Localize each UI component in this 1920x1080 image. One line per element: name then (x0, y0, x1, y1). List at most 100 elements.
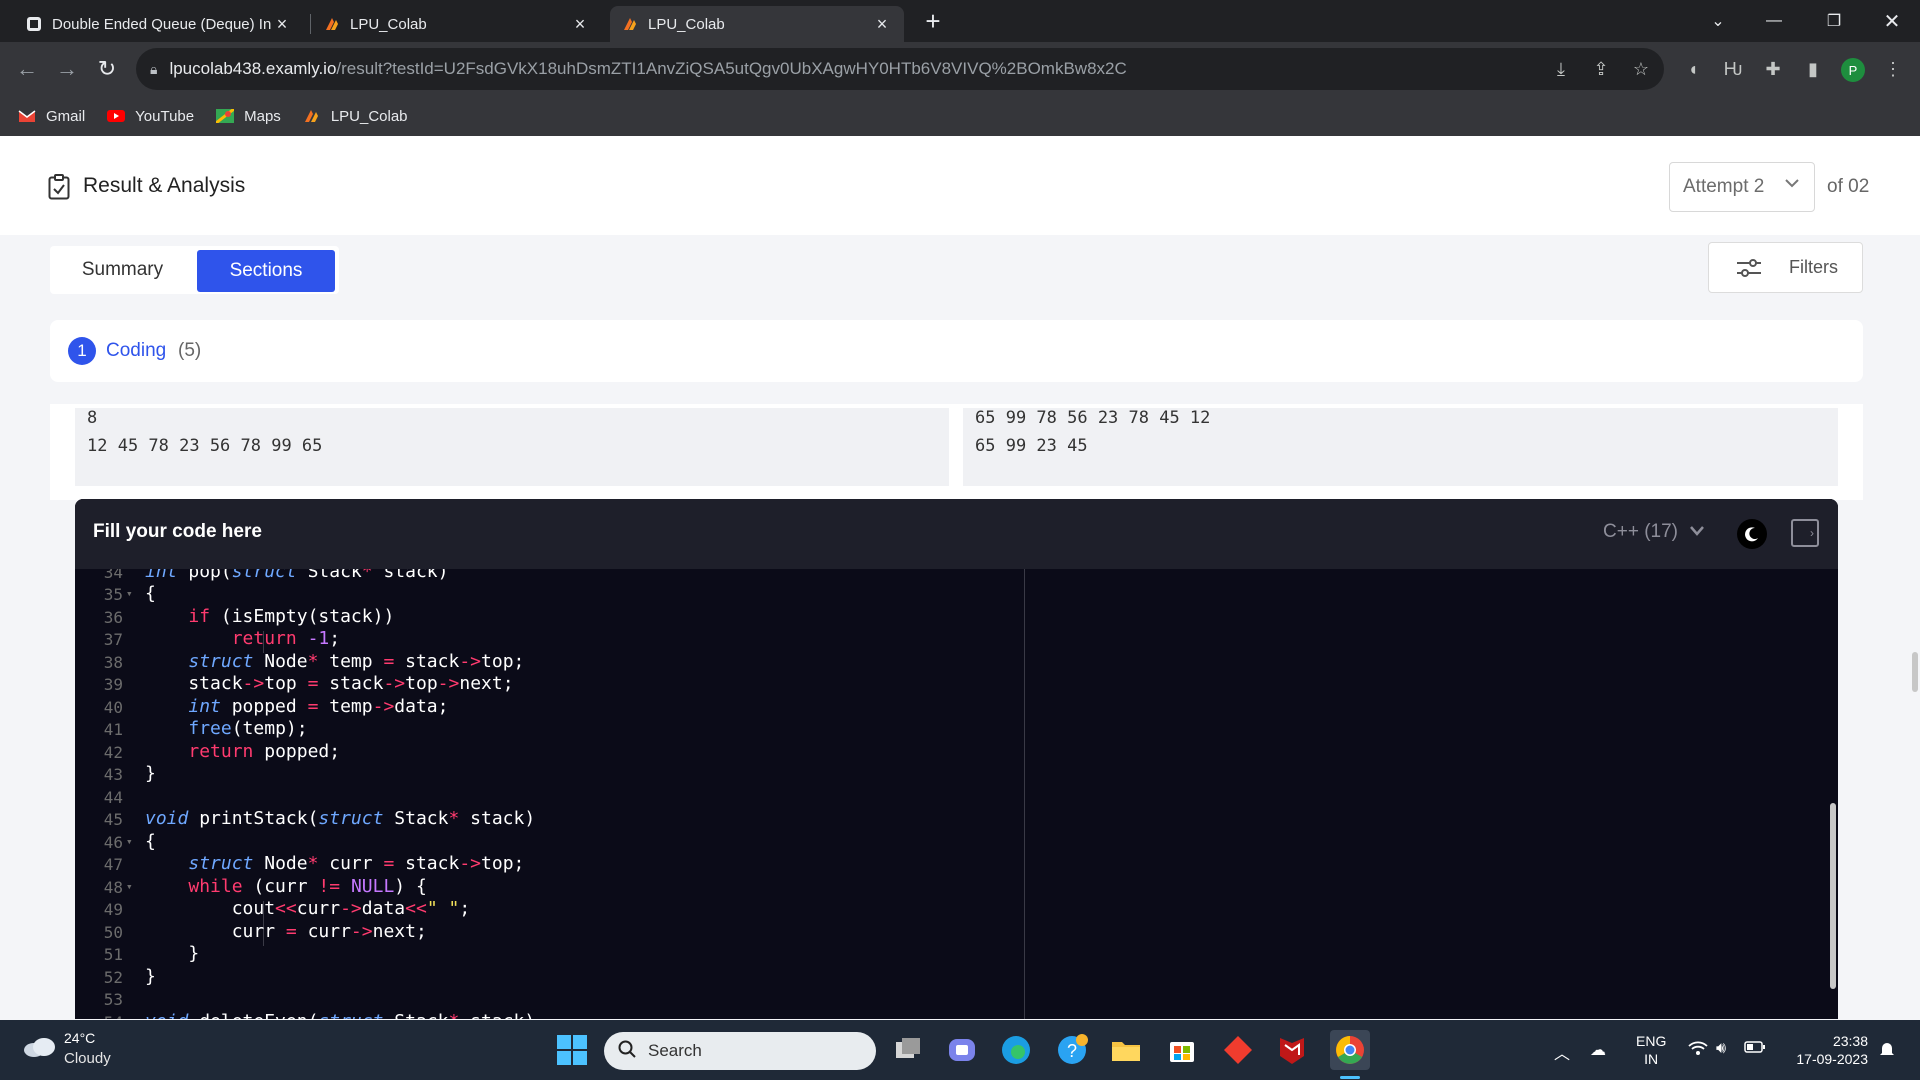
site-favicon-icon (26, 16, 42, 32)
bookmark-maps[interactable]: Maps (215, 107, 281, 125)
code-line: struct Node* temp = stack->top; (188, 651, 525, 672)
task-view-icon[interactable] (892, 1034, 924, 1066)
browser-tab-lpu-colab-active[interactable]: LPU_Colab × (610, 6, 904, 42)
clipboard-check-icon (48, 174, 70, 200)
chrome-browser-icon[interactable] (1330, 1030, 1370, 1070)
line-number: 34 (103, 569, 123, 582)
sample-input-line: 8 (87, 408, 98, 428)
close-window-icon[interactable]: ✕ (1864, 0, 1920, 42)
tab-sections[interactable]: Sections (197, 250, 335, 292)
weather-description[interactable]: Cloudy (64, 1050, 111, 1067)
onedrive-cloud-icon[interactable]: ☁ (1590, 1040, 1606, 1060)
code-input-area[interactable]: 34 35 36 37 38 39 40 41 42 43 44 45 46 4… (75, 569, 1025, 1019)
fold-chevron-icon[interactable]: ▾ (126, 587, 133, 600)
dark-mode-moon-icon[interactable] (1737, 519, 1767, 549)
reload-icon[interactable]: ↻ (92, 54, 122, 84)
mcafee-shield-icon[interactable] (1276, 1034, 1308, 1066)
line-number: 38 (103, 653, 123, 672)
line-number: 35 (103, 585, 123, 604)
extensions-puzzle-icon[interactable]: ✚ (1760, 56, 1786, 82)
chevron-down-icon (1689, 521, 1705, 542)
bookmark-lpu-colab[interactable]: LPU_Colab (303, 108, 408, 125)
sliders-icon (1737, 258, 1761, 277)
extension-h-icon[interactable]: Ƕ (1720, 56, 1746, 82)
system-clock[interactable]: 23:38 17-09-2023 (1788, 1032, 1868, 1068)
edge-browser-icon[interactable] (1000, 1034, 1032, 1066)
windows-start-icon[interactable] (556, 1034, 588, 1066)
lpu-logo-icon (303, 109, 321, 123)
menu-kebab-icon[interactable]: ⋮ (1880, 56, 1906, 82)
bookmark-gmail[interactable]: Gmail (18, 108, 85, 125)
language-indicator[interactable]: ENG IN (1636, 1032, 1666, 1068)
battery-icon[interactable] (1744, 1040, 1766, 1059)
maps-icon (215, 107, 236, 125)
section-coding[interactable]: 1 Coding (5) (50, 320, 1863, 382)
code-line: void printStack(struct Stack* stack) (145, 808, 536, 829)
browser-tab-deque[interactable]: Double Ended Queue (Deque) In × (14, 6, 304, 42)
microsoft-store-icon[interactable] (1166, 1034, 1198, 1066)
editor-header: Fill your code here C++ (17) › (75, 499, 1838, 569)
clock-time: 23:38 (1832, 1033, 1868, 1049)
filters-label: Filters (1789, 257, 1838, 277)
code-line: return popped; (188, 741, 341, 762)
tab-summary[interactable]: Summary (50, 246, 195, 294)
get-help-icon[interactable]: ? (1056, 1034, 1088, 1066)
region-code: IN (1644, 1051, 1659, 1067)
tab-search-chevron-icon[interactable]: ⌄ (1690, 0, 1746, 42)
filters-button[interactable]: Filters (1708, 242, 1863, 293)
chevron-down-icon (1784, 175, 1800, 196)
fold-chevron-icon[interactable]: ▾ (126, 835, 133, 848)
notification-bell-icon[interactable] (1878, 1040, 1896, 1063)
file-explorer-icon[interactable] (1110, 1034, 1142, 1066)
gmail-icon (18, 109, 36, 123)
show-hidden-icons-chevron-icon[interactable]: ︿ (1554, 1040, 1570, 1064)
clock-date: 17-09-2023 (1796, 1051, 1868, 1067)
editor-heading: Fill your code here (93, 521, 262, 542)
section-label: Coding (106, 340, 167, 361)
share-icon[interactable]: ⇪ (1588, 56, 1614, 82)
code-line: { (145, 583, 156, 604)
wifi-icon[interactable] (1688, 1040, 1708, 1061)
address-bar[interactable]: 🔒︎ lpucolab438.examly.io/result?testId=U… (136, 48, 1664, 90)
side-panel-icon[interactable]: ▮ (1800, 56, 1826, 82)
bookmark-youtube[interactable]: YouTube (107, 108, 194, 125)
bookmark-label: LPU_Colab (330, 107, 408, 125)
language-select[interactable]: C++ (17) (1603, 521, 1705, 543)
editor-output-divider[interactable] (1024, 569, 1025, 1019)
browser-tab-lpu-colab[interactable]: LPU_Colab × (312, 6, 602, 42)
new-tab-icon[interactable]: + (920, 6, 946, 36)
editor-scrollbar[interactable] (1830, 803, 1836, 989)
page-scrollbar[interactable] (1912, 652, 1918, 692)
volume-icon[interactable]: 🔊︎ (1716, 1040, 1726, 1058)
forward-icon[interactable]: → (52, 54, 82, 84)
minimize-icon[interactable]: — (1746, 0, 1802, 42)
teams-chat-icon[interactable] (946, 1034, 978, 1066)
sample-input-box: 8 12 45 78 23 56 78 99 65 (75, 408, 949, 486)
extension-mouse-icon[interactable]: ◖ (1680, 56, 1706, 82)
code-line: int pop(struct Stack* stack) (145, 569, 449, 582)
close-tab-icon[interactable]: × (272, 14, 292, 35)
install-icon[interactable]: ⤓ (1548, 56, 1574, 82)
restore-icon[interactable]: ❐ (1806, 0, 1862, 42)
browser-tab-title: LPU_Colab (648, 15, 725, 33)
line-number: 40 (103, 698, 123, 717)
toggle-panel-icon[interactable]: › (1791, 519, 1819, 547)
attempt-select[interactable]: Attempt 2 (1669, 162, 1815, 212)
close-tab-icon[interactable]: × (872, 14, 892, 35)
line-number: 41 (103, 720, 123, 739)
back-icon[interactable]: ← (12, 54, 42, 84)
line-number: 46 (103, 833, 123, 852)
weather-temperature[interactable]: 24°C (64, 1030, 95, 1046)
search-placeholder: Search (648, 1041, 702, 1060)
line-number: 44 (103, 788, 123, 807)
line-number: 50 (103, 923, 123, 942)
close-tab-icon[interactable]: × (570, 14, 590, 35)
fold-chevron-icon[interactable]: ▾ (126, 880, 133, 893)
code-line: } (145, 763, 156, 784)
git-diamond-icon[interactable] (1222, 1034, 1254, 1066)
line-number: 48 (103, 878, 123, 897)
profile-avatar[interactable]: P (1841, 58, 1865, 82)
bookmark-star-icon[interactable]: ☆ (1628, 56, 1654, 82)
taskbar-search[interactable]: Search (604, 1032, 876, 1070)
code-line: while (curr != NULL) { (188, 876, 427, 897)
